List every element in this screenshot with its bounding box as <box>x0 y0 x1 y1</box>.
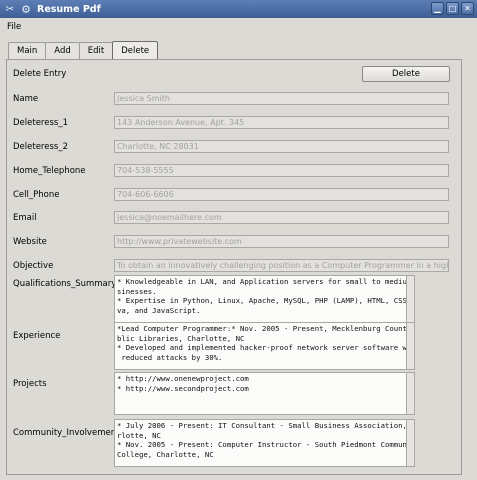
text-line: * http://www.onenewproject.com <box>117 374 249 383</box>
text-line: va, and JavaScript. <box>117 305 201 315</box>
text-line: *Lead Computer Programmer:* Nov. 2005 - … <box>117 324 407 333</box>
delete-entry-title: Delete Entry <box>13 69 67 79</box>
tab-add[interactable]: Add <box>45 42 80 59</box>
experience-label: Experience <box>13 331 61 341</box>
gear-icon[interactable]: ⚙ <box>19 2 33 16</box>
tab-edit[interactable]: Edit <box>78 42 114 59</box>
name-label: Name <box>13 94 39 104</box>
projects-textarea[interactable]: * http://www.onenewproject.com * http://… <box>114 372 407 415</box>
minimize-icon[interactable]: ▁ <box>431 2 444 15</box>
experience-scrollbar[interactable] <box>407 322 415 370</box>
qualifications-label: Qualifications_Summary <box>13 279 117 289</box>
toolbox-icon[interactable]: ✂ <box>3 2 17 16</box>
qualifications-scrollbar[interactable] <box>407 275 415 323</box>
address1-field[interactable]: 143 Anderson Avenue, Apt. 345 <box>114 116 449 129</box>
email-field[interactable]: jessica@noemailhere.com <box>114 211 449 224</box>
text-line: * Nov. 2005 - Present: Computer Instruct… <box>117 440 407 450</box>
text-line: rlotte, NC <box>117 430 161 440</box>
community-label: Community_Involvement <box>13 428 120 438</box>
text-line: College, Charlotte, NC <box>117 449 214 459</box>
email-label: Email <box>13 213 37 223</box>
address1-label: Deleteress_1 <box>13 118 68 128</box>
text-line: * Expertise in Python, Linux, Apache, My… <box>117 296 407 306</box>
projects-label: Projects <box>13 379 47 389</box>
cell-phone-field[interactable]: 704-606-6606 <box>114 188 449 201</box>
close-icon[interactable]: ✕ <box>461 2 474 15</box>
tab-main[interactable]: Main <box>8 42 47 59</box>
window-title: Resume Pdf <box>37 3 101 15</box>
community-textarea[interactable]: * July 2006 - Present: IT Consultant - S… <box>114 419 407 467</box>
name-field[interactable]: Jessica Smith <box>114 92 449 105</box>
menu-file[interactable]: File <box>7 22 21 32</box>
text-line: * http://www.secondproject.com <box>117 383 249 393</box>
text-line: sinesses. <box>117 286 157 296</box>
home-telephone-field[interactable]: 704-538-5555 <box>114 164 449 177</box>
menu-bar: File <box>0 18 477 36</box>
website-label: Website <box>13 237 47 247</box>
website-field[interactable]: http://www.privatewebsite.com <box>114 235 449 248</box>
home-telephone-label: Home_Telephone <box>13 166 86 176</box>
tab-delete[interactable]: Delete <box>112 41 159 59</box>
text-line: * July 2006 - Present: IT Consultant - S… <box>117 421 407 430</box>
address2-field[interactable]: Charlotte, NC 28031 <box>114 140 449 153</box>
community-scrollbar[interactable] <box>407 419 415 467</box>
qualifications-textarea[interactable]: * Knowledgeable in LAN, and Application … <box>114 275 407 323</box>
maximize-icon[interactable]: □ <box>446 2 459 15</box>
objective-label: Objective <box>13 261 54 271</box>
tab-bar: Main Add Edit Delete <box>8 41 159 59</box>
address2-label: Deleteress_2 <box>13 142 68 152</box>
title-bar: ✂ ⚙ Resume Pdf ▁ □ ✕ <box>0 0 477 18</box>
cell-phone-label: Cell_Phone <box>13 190 60 200</box>
window-controls: ▁ □ ✕ <box>431 2 474 15</box>
delete-button[interactable]: Delete <box>362 66 450 82</box>
text-line: * Knowledgeable in LAN, and Application … <box>117 277 407 286</box>
text-line: * Developed and implemented hacker-proof… <box>117 343 407 353</box>
text-line: reduced attacks by 30%. <box>117 352 223 362</box>
experience-textarea[interactable]: *Lead Computer Programmer:* Nov. 2005 - … <box>114 322 407 370</box>
objective-field[interactable]: To obtain an innovatively challenging po… <box>114 259 449 272</box>
projects-scrollbar[interactable] <box>407 372 415 415</box>
text-line: blic Libraries, Charlotte, NC <box>117 333 245 343</box>
